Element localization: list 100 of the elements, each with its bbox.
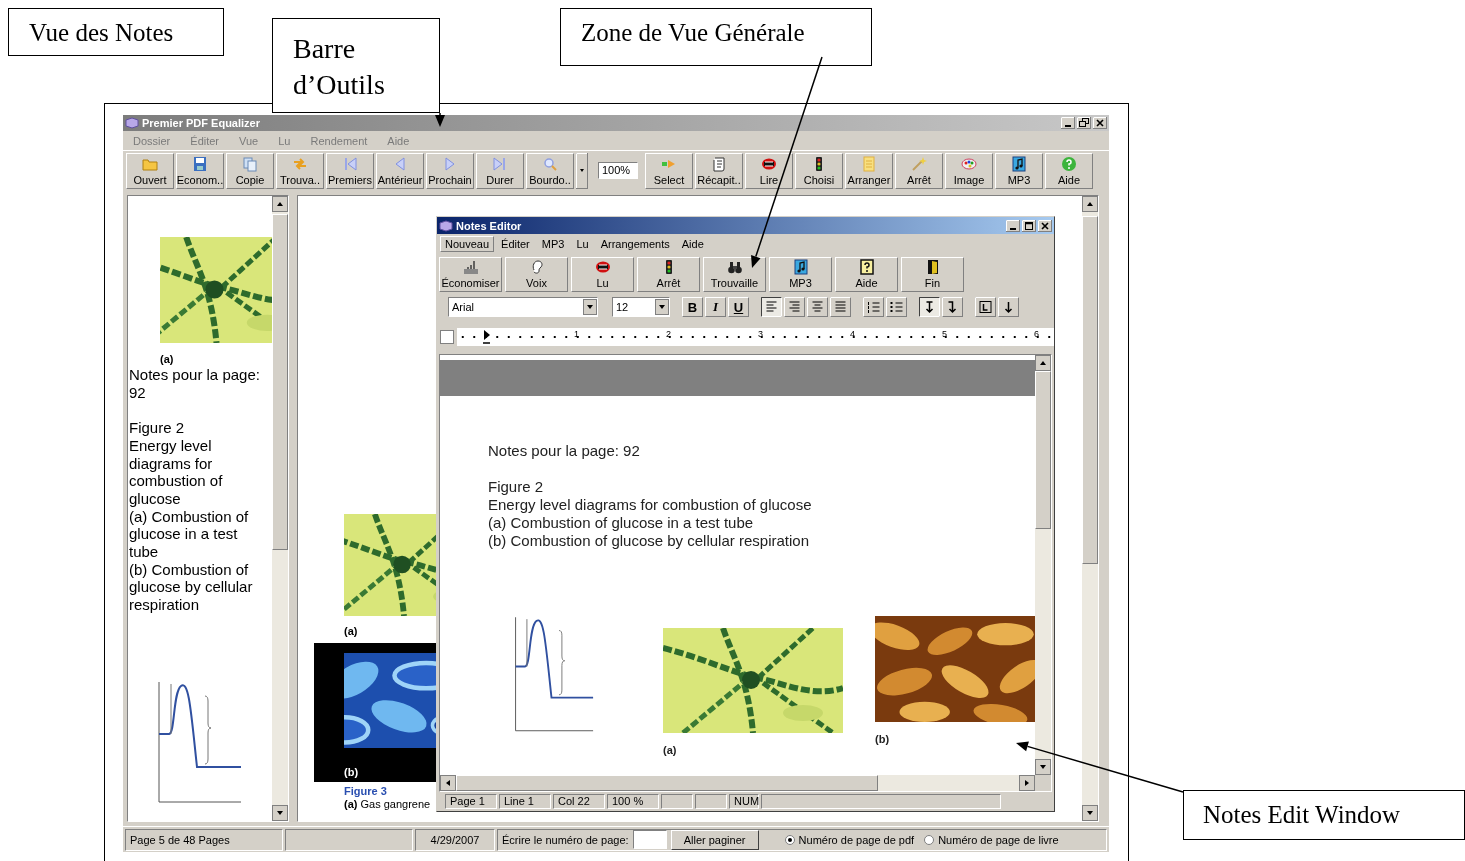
menu-item[interactable]: Éditer <box>496 236 535 252</box>
vertical-scrollbar[interactable] <box>1082 196 1098 821</box>
figure-title: Figure 3 <box>344 785 387 798</box>
justify-button[interactable] <box>830 297 851 317</box>
vertical-scrollbar[interactable] <box>272 196 288 821</box>
scrollbar-thumb[interactable] <box>1082 216 1098 564</box>
save-icon <box>462 259 479 275</box>
align-center-button[interactable] <box>807 297 828 317</box>
note-text: Notes pour la page: 92 <box>129 366 261 402</box>
window-title: Notes Editor <box>456 219 522 232</box>
horizontal-scrollbar[interactable] <box>440 775 1035 791</box>
note-text: Energy level diagrams for combustion of glucose <box>488 495 813 514</box>
restore-button[interactable] <box>1077 117 1091 129</box>
page-number-field[interactable] <box>632 830 667 849</box>
zoom-field[interactable]: 100% <box>598 162 638 179</box>
field-label: Écrire le numéro de page: <box>502 833 629 846</box>
toolbar-button[interactable]: Fin <box>901 256 964 292</box>
toolbar-button[interactable]: Trouvaille <box>703 256 766 292</box>
toolbar-button[interactable]: MP3 <box>769 256 832 292</box>
arrow-button[interactable] <box>998 297 1019 317</box>
menu-item[interactable]: MP3 <box>536 236 570 252</box>
close-button[interactable] <box>1093 117 1107 129</box>
help-icon <box>1061 155 1077 172</box>
radio-label: Numéro de page de pdf <box>798 833 915 846</box>
scroll-down-button[interactable] <box>1035 759 1051 775</box>
dropdown-button[interactable] <box>576 152 588 189</box>
toolbar-button[interactable]: Voix <box>505 256 568 292</box>
go-button[interactable]: Aller paginer <box>670 829 759 850</box>
music-note-icon <box>1011 155 1027 172</box>
binoculars-icon <box>726 259 743 275</box>
maximize-button[interactable] <box>1022 219 1036 232</box>
arrows-icon <box>292 155 308 172</box>
toolbar-button[interactable]: Ouvert <box>126 152 174 189</box>
numbered-list-button[interactable] <box>863 297 884 317</box>
format-bold-button[interactable]: B <box>682 297 703 317</box>
minimize-button[interactable] <box>1006 219 1020 232</box>
indent-marker-icon <box>483 330 491 344</box>
menu-item[interactable]: Lu <box>571 236 594 252</box>
scroll-up-button[interactable] <box>1035 355 1051 371</box>
figure-caption: (a) <box>663 743 678 757</box>
align-right-button[interactable] <box>784 297 805 317</box>
magnifier-icon <box>542 155 558 172</box>
note-text: (b) Combustion of glucose by cellular respiration <box>129 560 254 614</box>
close-button[interactable] <box>1038 219 1052 232</box>
help-icon <box>858 259 875 275</box>
toolbar-button[interactable]: Arrêt <box>895 152 943 189</box>
text-editor[interactable]: Notes pour la page: 92 Figure 2 Energy level diagrams for combustion of glucose (a) Combustion of glucose in a test tube (b) Combustion of glucose by cellular respiration (a) (b) <box>439 354 1052 792</box>
toolbar-button[interactable]: Premiers <box>326 152 374 189</box>
toolbar-button[interactable]: Bourdo.. <box>526 152 574 189</box>
figure-caption: (a) <box>160 353 175 366</box>
scroll-up-button[interactable] <box>1082 196 1098 212</box>
status-text: Page 5 de 48 Pages <box>125 828 283 851</box>
scroll-down-button[interactable] <box>272 805 288 821</box>
vertical-scrollbar[interactable] <box>1035 355 1051 775</box>
format-underline-button[interactable]: U <box>728 297 749 317</box>
bullet-list-button[interactable] <box>886 297 907 317</box>
toolbar-button[interactable]: Choisi <box>795 152 843 189</box>
toolbar-button[interactable]: Trouva.. <box>276 152 324 189</box>
toolbar-button[interactable]: Lu <box>571 256 634 292</box>
toolbar-button[interactable]: Copie <box>226 152 274 189</box>
align-left-button[interactable] <box>761 297 782 317</box>
toolbar-button[interactable]: Aide <box>835 256 898 292</box>
menu-item[interactable]: Arrangements <box>595 236 675 252</box>
toolbar-button[interactable]: Prochain <box>426 152 474 189</box>
format-italic-button[interactable]: I <box>705 297 726 317</box>
menu-item[interactable]: Nouveau <box>440 236 495 252</box>
toolbar-button[interactable]: MP3 <box>995 152 1043 189</box>
scroll-down-button[interactable] <box>1082 805 1098 821</box>
last-page-icon <box>492 155 508 172</box>
minimize-button[interactable] <box>1061 117 1075 129</box>
scrollbar-thumb[interactable] <box>456 775 878 791</box>
mouth-icon <box>594 259 611 275</box>
scroll-right-button[interactable] <box>1019 775 1035 791</box>
arrow-button[interactable] <box>919 297 940 317</box>
scrollbar-thumb[interactable] <box>1035 371 1051 529</box>
toolbar-button[interactable]: Antérieur <box>376 152 424 189</box>
note-text: Figure 2 <box>129 419 186 437</box>
toolbar-button[interactable]: Select <box>645 152 693 189</box>
scroll-up-button[interactable] <box>272 196 288 212</box>
toolbar-button[interactable]: Économiser <box>439 256 502 292</box>
menu-item[interactable]: Aide <box>676 236 709 252</box>
font-dropdown[interactable]: Arial <box>448 297 598 317</box>
tab-selector[interactable] <box>440 330 454 344</box>
status-cell <box>695 793 727 809</box>
radio-button[interactable] <box>924 834 935 845</box>
toolbar-button[interactable]: Aide <box>1045 152 1093 189</box>
toolbar-button[interactable]: Image <box>945 152 993 189</box>
size-dropdown[interactable]: 12 <box>612 297 670 317</box>
arrow-button[interactable] <box>942 297 963 317</box>
tab-stop-button[interactable] <box>975 297 996 317</box>
scroll-left-button[interactable] <box>440 775 456 791</box>
scrollbar-thumb[interactable] <box>272 214 288 550</box>
status-text: 100 % <box>607 793 659 809</box>
toolbar-button[interactable]: Econom.. <box>176 152 224 189</box>
toolbar-button[interactable]: Arrêt <box>637 256 700 292</box>
radio-button[interactable] <box>784 834 795 845</box>
toolbar-button[interactable]: Durer <box>476 152 524 189</box>
toolbar-button[interactable]: Récapit.. <box>695 152 743 189</box>
toolbar-button[interactable]: Lire <box>745 152 793 189</box>
toolbar-button[interactable]: Arranger <box>845 152 893 189</box>
